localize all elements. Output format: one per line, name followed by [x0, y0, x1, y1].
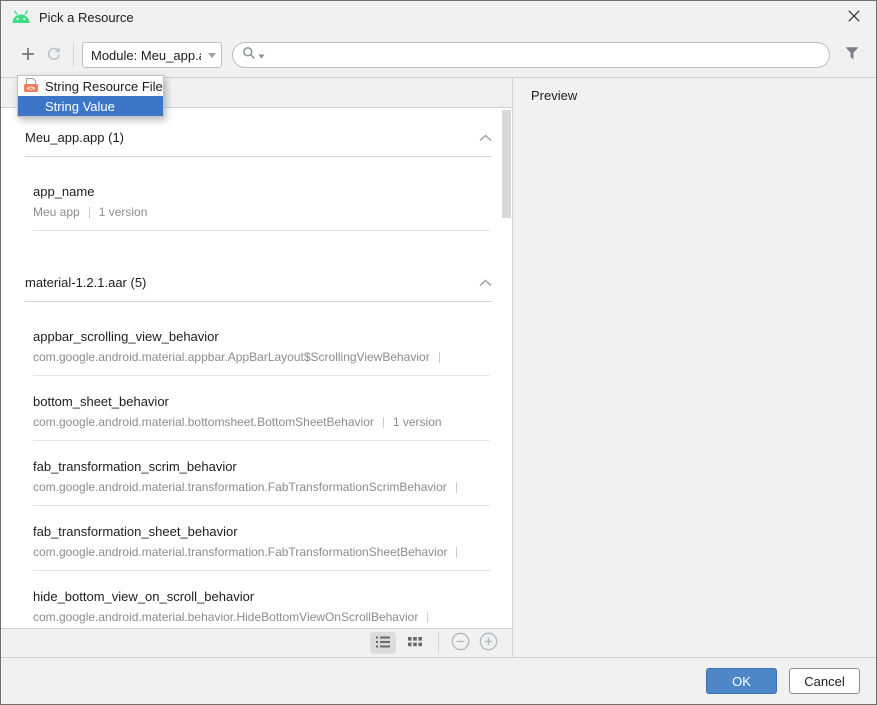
chevron-down-icon	[208, 53, 216, 58]
resource-name: app_name	[33, 184, 490, 199]
refresh-icon	[46, 46, 62, 65]
detail-divider	[456, 482, 457, 493]
resource-name: appbar_scrolling_view_behavior	[33, 329, 490, 344]
grid-view-button[interactable]	[402, 632, 428, 654]
resource-version: 1 version	[99, 205, 148, 219]
resource-item[interactable]: appbar_scrolling_view_behavior com.googl…	[33, 302, 490, 376]
resource-item[interactable]: hide_bottom_view_on_scroll_behavior com.…	[33, 571, 490, 628]
resource-section: material-1.2.1.aar (5) appbar_scrolling_…	[1, 275, 512, 628]
resource-value: com.google.android.material.transformati…	[33, 480, 447, 494]
chevron-up-icon[interactable]	[479, 134, 492, 142]
android-icon	[11, 10, 31, 24]
scrollbar-thumb[interactable]	[502, 110, 511, 218]
resource-name: fab_transformation_sheet_behavior	[33, 524, 490, 539]
section-title: material-1.2.1.aar (5)	[25, 275, 146, 290]
resource-item[interactable]: app_name Meu app 1 version	[33, 157, 490, 231]
menu-item-label: String Value	[45, 99, 115, 114]
footer: OK Cancel	[1, 657, 876, 704]
refresh-button[interactable]	[41, 42, 67, 68]
resource-value: com.google.android.material.transformati…	[33, 545, 447, 559]
resource-details: com.google.android.material.bottomsheet.…	[33, 415, 490, 429]
plus-icon	[21, 47, 35, 64]
resource-version: 1 version	[393, 415, 442, 429]
resource-value: Meu app	[33, 205, 80, 219]
new-resource-popup-menu: <> String Resource File String Value	[17, 75, 164, 117]
resource-list: Meu_app.app (1) app_name Meu app 1 versi…	[1, 108, 512, 628]
svg-text:<>: <>	[27, 84, 35, 92]
resource-details: com.google.android.material.transformati…	[33, 545, 490, 559]
view-options-toolbar	[1, 628, 512, 657]
xml-file-icon: <>	[23, 77, 39, 96]
module-selector-value: Module: Meu_app.app	[91, 48, 201, 63]
detail-divider	[89, 207, 90, 218]
search-history-caret-icon	[258, 46, 265, 64]
resource-name: hide_bottom_view_on_scroll_behavior	[33, 589, 490, 604]
resource-item[interactable]: fab_transformation_scrim_behavior com.go…	[33, 441, 490, 506]
preview-label: Preview	[531, 88, 876, 103]
titlebar: Pick a Resource	[1, 1, 876, 33]
resource-name: bottom_sheet_behavior	[33, 394, 490, 409]
resource-value: com.google.android.material.appbar.AppBa…	[33, 350, 430, 364]
toolbar: Module: Meu_app.app	[1, 33, 876, 78]
detail-divider	[439, 352, 440, 363]
menu-item-string-value[interactable]: String Value	[18, 96, 163, 116]
filter-icon	[844, 46, 860, 64]
list-view-icon	[376, 636, 390, 651]
close-icon	[848, 10, 860, 25]
resource-value: com.google.android.material.behavior.Hid…	[33, 610, 418, 624]
grid-view-icon	[408, 636, 423, 651]
toolbar-divider	[73, 43, 74, 67]
section-items: app_name Meu app 1 version	[1, 157, 512, 231]
resource-name: fab_transformation_scrim_behavior	[33, 459, 490, 474]
view-toolbar-divider	[438, 633, 439, 653]
search-icon	[242, 46, 256, 65]
ok-button[interactable]: OK	[706, 668, 777, 694]
section-header[interactable]: material-1.2.1.aar (5)	[25, 275, 492, 302]
minus-circle-icon	[451, 632, 470, 654]
search-box[interactable]	[232, 42, 830, 68]
section-items: appbar_scrolling_view_behavior com.googl…	[1, 302, 512, 628]
menu-item-string-resource-file[interactable]: <> String Resource File	[18, 76, 163, 96]
search-input[interactable]	[267, 48, 819, 63]
pick-a-resource-dialog: Pick a Resource	[0, 0, 877, 705]
plus-circle-icon	[479, 632, 498, 654]
dialog-title: Pick a Resource	[39, 10, 134, 25]
cancel-button[interactable]: Cancel	[789, 668, 860, 694]
section-title: Meu_app.app (1)	[25, 130, 124, 145]
resource-details: com.google.android.material.behavior.Hid…	[33, 610, 490, 624]
resource-details: com.google.android.material.appbar.AppBa…	[33, 350, 490, 364]
detail-divider	[456, 547, 457, 558]
list-view-button[interactable]	[370, 632, 396, 654]
section-header[interactable]: Meu_app.app (1)	[25, 130, 492, 157]
close-button[interactable]	[832, 1, 876, 33]
zoom-out-button[interactable]	[449, 632, 471, 654]
resource-value: com.google.android.material.bottomsheet.…	[33, 415, 374, 429]
resource-item[interactable]: fab_transformation_sheet_behavior com.go…	[33, 506, 490, 571]
resource-details: com.google.android.material.transformati…	[33, 480, 490, 494]
filter-button[interactable]	[840, 42, 864, 68]
preview-pane: Preview	[513, 78, 876, 657]
resource-pane: Meu_app.app (1) app_name Meu app 1 versi…	[1, 78, 513, 657]
dialog-body: Meu_app.app (1) app_name Meu app 1 versi…	[1, 78, 876, 657]
resource-details: Meu app 1 version	[33, 205, 490, 219]
chevron-up-icon[interactable]	[479, 279, 492, 287]
module-selector[interactable]: Module: Meu_app.app	[82, 42, 222, 68]
zoom-in-button[interactable]	[477, 632, 499, 654]
detail-divider	[383, 417, 384, 428]
resource-section: Meu_app.app (1) app_name Meu app 1 versi…	[1, 130, 512, 231]
add-resource-button[interactable]	[15, 42, 41, 68]
detail-divider	[427, 612, 428, 623]
resource-item[interactable]: bottom_sheet_behavior com.google.android…	[33, 376, 490, 441]
menu-item-label: String Resource File	[45, 79, 163, 94]
